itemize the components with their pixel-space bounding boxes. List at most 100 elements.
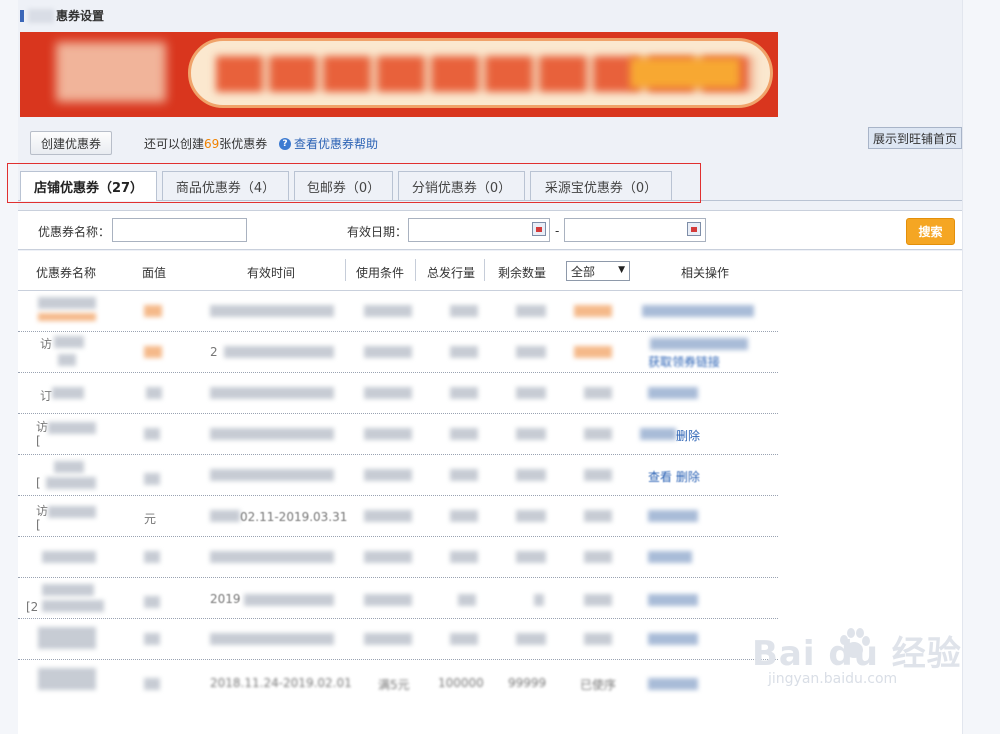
column-header-name: 优惠券名称 (36, 266, 97, 280)
cell-blurred (516, 551, 546, 563)
remaining-quota: 还可以创建69张优惠券 (144, 135, 267, 152)
cell-blurred (224, 346, 334, 358)
cell-blurred (584, 510, 612, 522)
remain-count: 69 (204, 137, 220, 151)
cell-blurred (38, 627, 96, 649)
cell-blurred (450, 428, 478, 440)
cell-blurred (144, 473, 160, 485)
view-delete-links[interactable]: 查看 删除 (648, 468, 700, 485)
coupon-name-label: 优惠券名称： (38, 225, 111, 239)
cell-blurred (450, 633, 478, 645)
cell-blurred (516, 428, 546, 440)
cell-blurred (364, 633, 412, 645)
coupon-name-input[interactable] (112, 218, 247, 242)
column-header-total-issued: 总发行量 (427, 266, 476, 280)
cell-blurred (146, 387, 162, 399)
cell-blurred (364, 346, 412, 358)
tabs-highlight-box (7, 163, 701, 203)
right-margin (962, 0, 1000, 734)
row-name-fragment: [ (36, 518, 41, 532)
promo-banner[interactable] (20, 32, 778, 117)
column-header-remaining: 剩余数量 (498, 266, 547, 280)
cell-blurred (584, 633, 612, 645)
cell-blurred (52, 387, 84, 399)
cell-blurred (38, 313, 96, 321)
coupon-help-link[interactable]: ? 查看优惠券帮助 (279, 135, 378, 152)
question-icon: ? (279, 137, 291, 150)
row-name-fragment: [2 (26, 600, 39, 614)
cell-blurred (516, 346, 546, 358)
cell-blurred (364, 594, 412, 606)
cell-blurred (210, 469, 334, 481)
cell-blurred (450, 346, 478, 358)
cell-blurred (46, 477, 96, 489)
cell-blurred[interactable] (648, 633, 698, 645)
cell-blurred[interactable] (650, 338, 748, 350)
cell-blurred[interactable] (642, 305, 754, 317)
cell-blurred (584, 387, 612, 399)
column-divider (484, 259, 485, 281)
banner-left-text-blurred (56, 42, 166, 102)
cell-blurred (144, 596, 160, 608)
date-end-input[interactable] (564, 218, 706, 242)
cell-blurred (38, 668, 96, 690)
cell-blurred (584, 551, 612, 563)
table-row: 访 2 获取领券链接 (18, 332, 778, 373)
get-coupon-link[interactable]: 获取领券链接 (648, 353, 720, 370)
cell-blurred (364, 469, 412, 481)
paw-logo-icon (840, 628, 870, 658)
calendar-icon[interactable] (532, 222, 546, 236)
cell-blurred (574, 346, 612, 358)
cell-blurred (144, 428, 160, 440)
cell-blurred (516, 633, 546, 645)
row-name-fragment: 访 (36, 420, 49, 434)
cell-blurred (210, 633, 334, 645)
create-coupon-button[interactable]: 创建优惠券 (30, 131, 112, 155)
row-name-fragment: 订 (40, 389, 53, 403)
cell-blurred[interactable] (648, 678, 698, 690)
cell-blurred (516, 469, 546, 481)
left-margin (0, 0, 18, 734)
coupon-help-label: 查看优惠券帮助 (294, 137, 379, 151)
date-start-input[interactable] (408, 218, 550, 242)
cell-blurred (516, 510, 546, 522)
date-range-separator: - (555, 224, 560, 238)
row-time-fragment: 2019 (210, 592, 241, 606)
cell-blurred[interactable] (648, 387, 698, 399)
cell-blurred (48, 422, 96, 434)
cell-blurred (42, 551, 96, 563)
cell-blurred (42, 584, 94, 596)
cell-blurred (516, 387, 546, 399)
cell-blurred[interactable] (640, 428, 676, 440)
row-status-fragment: 已使序 (580, 678, 617, 692)
column-header-valid-time: 有效时间 (247, 266, 296, 280)
cell-blurred (534, 594, 544, 606)
cell-blurred[interactable] (648, 510, 698, 522)
status-filter-select[interactable]: 全部 ▼ (566, 261, 630, 281)
cell-blurred (38, 297, 96, 309)
table-row: 订 (18, 373, 778, 414)
column-header-actions: 相关操作 (681, 266, 730, 280)
title-blurred-prefix (28, 8, 54, 23)
show-on-storefront-button[interactable]: 展示到旺铺首页 (868, 127, 962, 149)
cell-blurred (450, 551, 478, 563)
banner-highlight-blurred (630, 58, 740, 88)
cell-blurred[interactable] (648, 551, 692, 563)
cell-blurred[interactable] (648, 594, 698, 606)
valid-date-label: 有效日期： (347, 225, 408, 239)
status-filter-value: 全部 (571, 264, 596, 279)
cell-blurred (364, 428, 412, 440)
table-row: 2018.11.24-2019.02.01 满5元 100000 99999 已… (18, 660, 778, 701)
search-button[interactable]: 搜索 (906, 218, 955, 245)
cell-blurred (144, 633, 160, 645)
cell-blurred (144, 346, 162, 358)
cell-blurred (54, 336, 84, 348)
page-title-text: 惠券设置 (56, 9, 105, 23)
delete-link[interactable]: 删除 (676, 427, 700, 444)
cell-blurred (244, 594, 334, 606)
calendar-icon[interactable] (687, 222, 701, 236)
cell-blurred (210, 510, 240, 522)
row-time-fragment: 2 (210, 345, 218, 359)
page-title: 惠券设置 (20, 7, 104, 24)
column-header-face-value: 面值 (142, 266, 167, 280)
